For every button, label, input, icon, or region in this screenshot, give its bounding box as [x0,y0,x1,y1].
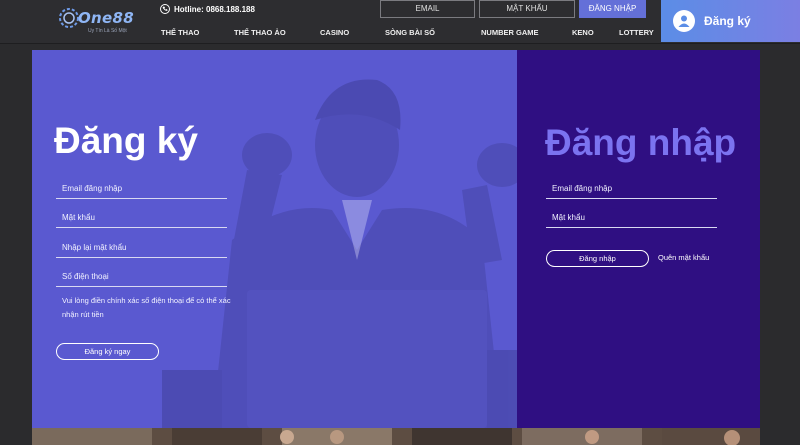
register-button-label: Đăng ký [704,14,751,28]
user-icon [673,10,695,32]
nav-item-number-game[interactable]: NUMBER GAME [468,28,558,37]
nav-item-the-thao[interactable]: THỂ THAO [152,28,226,37]
register-button[interactable]: Đăng ký [661,0,800,42]
hotline-text: Hotline: 0868.188.188 [174,4,255,14]
nav-item-song-bai-so[interactable]: SÒNG BÀI SỐ [376,28,468,37]
top-header: One88 Uy Tín Là Số Một Hotline: 0868.188… [0,0,800,44]
forgot-password-link[interactable]: Quên mật khẩu [658,253,709,262]
register-submit-button[interactable]: Đăng ký ngay [56,343,159,360]
password-input[interactable]: MẬT KHẨU [479,0,575,18]
bottom-banner-image [32,428,760,445]
phone-icon [160,4,170,14]
nav-item-lottery[interactable]: LOTTERY [613,28,668,37]
login-button[interactable]: ĐĂNG NHẬP [579,0,646,18]
email-input[interactable]: EMAIL [380,0,475,18]
nav-item-casino[interactable]: CASINO [313,28,376,37]
register-phone-field[interactable]: Số điện thoại [56,267,227,287]
hotline: Hotline: 0868.188.188 [160,3,255,15]
login-email-field[interactable]: Email đăng nhập [546,179,717,199]
login-password-field[interactable]: Mật khẩu [546,208,717,228]
nav-item-the-thao-ao[interactable]: THỂ THAO ẢO [226,28,313,37]
register-panel: Đăng ký Email đăng nhập Mật khẩu Nhập lạ… [32,50,517,428]
register-email-field[interactable]: Email đăng nhập [56,179,227,199]
register-title: Đăng ký [54,120,198,161]
register-confirm-password-field[interactable]: Nhập lại mật khẩu [56,238,227,258]
logo-tagline: Uy Tín Là Số Một [88,28,127,34]
register-password-field[interactable]: Mật khẩu [56,208,227,228]
site-logo[interactable]: One88 Uy Tín Là Số Một [58,3,148,39]
main-nav: THỂ THAO THỂ THAO ẢO CASINO SÒNG BÀI SỐ … [152,22,668,42]
logo-text: One88 [78,9,134,27]
register-note: Vui lòng điền chính xác số điện thoại để… [62,296,231,319]
login-submit-button[interactable]: Đăng nhập [546,250,649,267]
bottom-banner-strip [32,428,760,445]
login-panel: Đăng nhập Email đăng nhập Mật khẩu Đăng … [517,50,760,428]
login-title: Đăng nhập [545,122,737,163]
nav-item-keno[interactable]: KENO [558,28,613,37]
